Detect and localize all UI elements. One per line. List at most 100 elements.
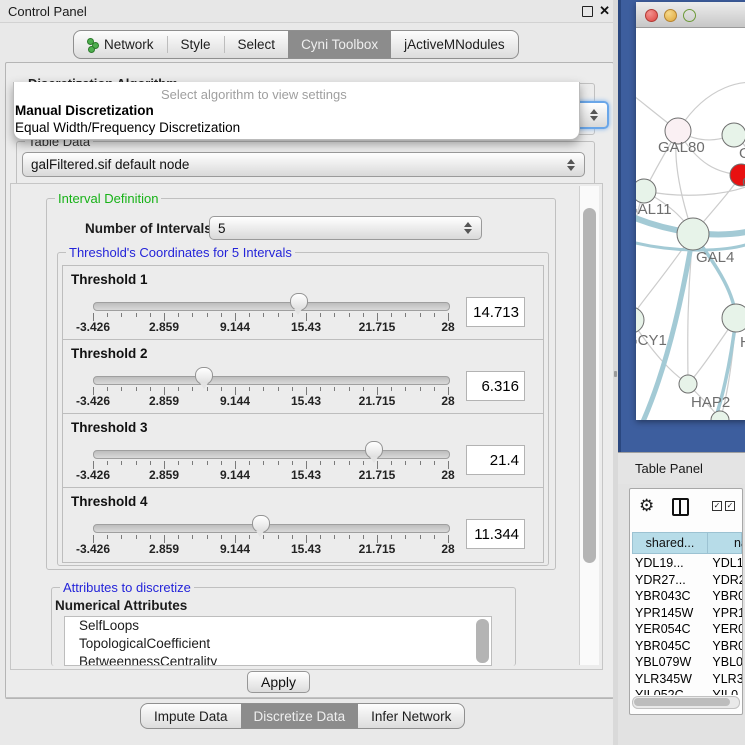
float-window-icon[interactable] (582, 6, 593, 17)
slider-track[interactable] (93, 376, 450, 385)
tick-mark (192, 535, 193, 539)
scrollbar-thumb[interactable] (583, 208, 596, 563)
cell-name[interactable]: YER0 (701, 622, 742, 636)
list-item[interactable]: SelfLoops (65, 617, 491, 635)
cell-name[interactable]: YBL0 (701, 655, 742, 669)
tick-mark (192, 313, 193, 317)
tick-mark (363, 535, 364, 539)
cell-shared[interactable]: YLR345W (632, 672, 701, 686)
tab-select[interactable]: Select (225, 31, 289, 58)
vertical-scrollbar[interactable] (579, 186, 599, 665)
network-node[interactable] (677, 218, 709, 250)
slider-track[interactable] (93, 302, 450, 311)
cell-name[interactable]: YDL1 (701, 556, 742, 570)
gear-icon[interactable]: ⚙ (639, 496, 654, 516)
cell-shared[interactable]: YER054C (632, 622, 701, 636)
threshold-value-field[interactable]: 14.713 (466, 297, 525, 327)
tab-discretize-data[interactable]: Discretize Data (241, 704, 359, 728)
tick-label: 15.43 (291, 320, 321, 334)
table-row[interactable]: YPR145WYPR1 (632, 605, 742, 622)
horizontal-scrollbar[interactable] (632, 696, 740, 709)
bottom-tab-bar: Impute Data Discretize Data Infer Networ… (140, 703, 465, 729)
close-icon[interactable]: ✕ (599, 3, 610, 19)
cell-name[interactable]: YBR0 (701, 589, 742, 603)
number-of-intervals-combobox[interactable]: 5 (209, 216, 482, 240)
network-window-titlebar (636, 2, 745, 28)
numerical-attributes-list[interactable]: SelfLoopsTopologicalCoefficientBetweenne… (64, 616, 492, 666)
column-header-shared[interactable]: shared... (632, 532, 708, 554)
tab-jactivemnodules[interactable]: jActiveMNodules (391, 31, 518, 58)
table-row[interactable]: YDR27...YDR2 (632, 572, 742, 589)
splitter-handle[interactable] (614, 371, 617, 377)
list-item[interactable]: BetweennessCentrality (65, 653, 491, 666)
minimize-traffic-light[interactable] (664, 9, 677, 22)
tick-mark (434, 313, 435, 317)
table-data-combobox[interactable]: galFiltered.sif default node (22, 152, 585, 177)
tick-mark (221, 535, 222, 539)
tick-mark (221, 313, 222, 317)
tab-style[interactable]: Style (168, 31, 224, 58)
cell-shared[interactable]: YIL052C (632, 688, 701, 695)
tab-infer-network[interactable]: Infer Network (358, 704, 464, 728)
threshold-value-field[interactable]: 21.4 (466, 445, 525, 475)
cell-shared[interactable]: YBL079W (632, 655, 701, 669)
checkbox-icon[interactable]: ✓ (712, 501, 722, 511)
column-header-name[interactable]: na (708, 532, 742, 554)
tick-mark (263, 387, 264, 391)
cell-name[interactable]: YDR2 (701, 573, 742, 587)
list-item[interactable]: TopologicalCoefficient (65, 635, 491, 653)
cell-name[interactable]: YBR0 (701, 639, 742, 653)
cell-shared[interactable]: YPR145W (632, 606, 701, 620)
network-node[interactable] (722, 123, 745, 147)
checkbox-icon[interactable]: ✓ (725, 501, 735, 511)
table-row[interactable]: YBR045CYBR0 (632, 638, 742, 655)
combo-stepper-icon (590, 109, 598, 121)
cell-shared[interactable]: YBR045C (632, 639, 701, 653)
network-node[interactable] (679, 375, 697, 393)
tick-mark (349, 461, 350, 465)
zoom-traffic-light[interactable] (683, 9, 696, 22)
network-node[interactable] (636, 179, 656, 203)
cell-name[interactable]: YLR3 (701, 672, 742, 686)
tab-cyni-toolbox[interactable]: Cyni Toolbox (288, 31, 391, 58)
table-row[interactable]: YDL19...YDL1 (632, 555, 742, 572)
number-of-intervals-label: Number of Intervals (85, 221, 212, 236)
cell-shared[interactable]: YBR043C (632, 589, 701, 603)
network-node[interactable] (711, 411, 729, 420)
cell-shared[interactable]: YDL19... (632, 556, 701, 570)
tick-label: 21.715 (359, 542, 396, 556)
table-row[interactable]: YIL052CYIL0 (632, 687, 742, 695)
network-node[interactable] (722, 304, 745, 332)
slider-track[interactable] (93, 450, 450, 459)
tab-network[interactable]: Network (74, 31, 167, 58)
apply-button[interactable]: Apply (247, 671, 310, 693)
tick-mark (334, 313, 335, 317)
slider-thumb[interactable] (252, 515, 270, 533)
cell-name[interactable]: YIL0 (701, 688, 742, 695)
menu-item-manual-discretization[interactable]: Manual Discretization (15, 103, 154, 118)
tick-mark (320, 535, 321, 539)
tick-mark (420, 535, 421, 539)
table-row[interactable]: YER054CYER0 (632, 621, 742, 638)
network-canvas[interactable]: GAL80GACGAL11GAL4GCY1HHAP2 (636, 27, 745, 420)
control-panel: Control Panel ✕ Network Style Select Cyn… (0, 0, 619, 745)
slider-thumb[interactable] (290, 293, 308, 311)
table-row[interactable]: YLR345WYLR3 (632, 671, 742, 688)
split-columns-icon[interactable] (672, 498, 689, 516)
tick-mark (178, 387, 179, 391)
threshold-value-field[interactable]: 11.344 (466, 519, 525, 549)
tab-impute-data[interactable]: Impute Data (141, 704, 241, 728)
slider-thumb[interactable] (195, 367, 213, 385)
slider-track[interactable] (93, 524, 450, 533)
table-row[interactable]: YBL079WYBL0 (632, 654, 742, 671)
scrollbar-thumb[interactable] (634, 698, 730, 706)
tick-label: 28 (441, 468, 454, 482)
network-node[interactable] (636, 307, 644, 333)
list-scrollbar[interactable] (476, 619, 489, 663)
cell-shared[interactable]: YDR27... (632, 573, 701, 587)
cell-name[interactable]: YPR1 (701, 606, 742, 620)
threshold-value-field[interactable]: 6.316 (466, 371, 525, 401)
table-row[interactable]: YBR043CYBR0 (632, 588, 742, 605)
close-traffic-light[interactable] (645, 9, 658, 22)
menu-item-equal-width-frequency[interactable]: Equal Width/Frequency Discretization (15, 120, 240, 135)
